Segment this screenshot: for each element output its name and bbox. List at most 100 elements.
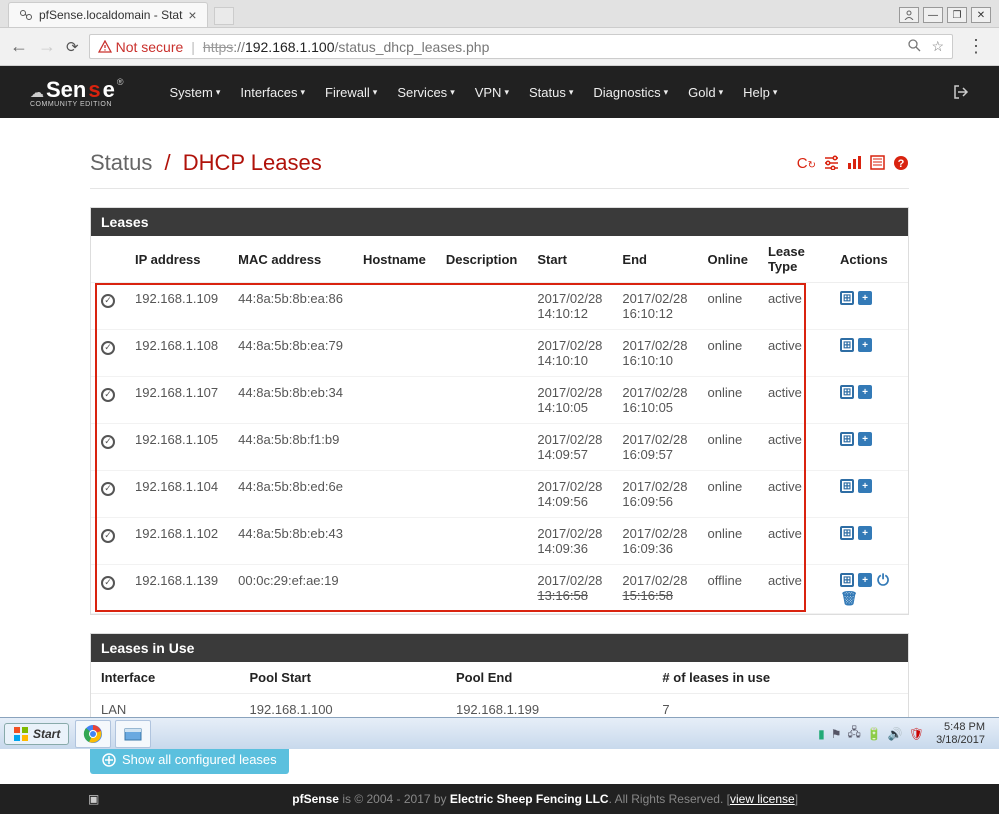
tray-shield-icon[interactable]: 🛡 <box>909 727 924 741</box>
cell-mac: 44:8a:5b:8b:f1:b9 <box>228 424 353 471</box>
zoom-icon[interactable] <box>907 38 921 55</box>
pfsense-favicon <box>19 8 33 22</box>
add-wol-icon[interactable]: + <box>858 291 872 305</box>
minimize-icon[interactable]: — <box>923 7 943 23</box>
cell-start: 2017/02/2814:10:12 <box>527 283 612 330</box>
add-mapping-icon[interactable]: ⊞ <box>840 432 854 446</box>
url-input[interactable]: Not secure | https://192.168.1.100/statu… <box>89 34 953 59</box>
breadcrumb-root[interactable]: Status <box>90 150 152 175</box>
not-secure-badge[interactable]: Not secure <box>98 39 184 55</box>
cell-end: 2017/02/2816:10:10 <box>612 330 697 377</box>
show-all-leases-button[interactable]: Show all configured leases <box>90 745 289 774</box>
license-link[interactable]: view license <box>730 792 795 806</box>
row-toggle-icon[interactable]: ✓ <box>101 435 115 449</box>
user-icon[interactable] <box>899 7 919 23</box>
delete-icon[interactable]: 🗑 <box>842 591 856 605</box>
nav-services[interactable]: Services▾ <box>389 79 462 106</box>
col-header: Interface <box>91 662 240 694</box>
wol-icon[interactable]: ⏻ <box>876 573 890 587</box>
lease-row: ✓192.168.1.10544:8a:5b:8b:f1:b92017/02/2… <box>91 424 908 471</box>
add-wol-icon[interactable]: + <box>858 573 872 587</box>
chart-icon[interactable] <box>847 155 862 172</box>
tray-flag-icon[interactable]: ⚑ <box>831 727 842 741</box>
row-toggle-icon[interactable]: ✓ <box>101 529 115 543</box>
cell-mac: 44:8a:5b:8b:ed:6e <box>228 471 353 518</box>
taskbar-explorer-icon[interactable] <box>115 720 151 748</box>
col-header: Hostname <box>353 236 436 283</box>
tray-sound-icon[interactable]: 🔊 <box>888 727 903 741</box>
plus-circle-icon <box>102 753 116 767</box>
row-toggle-icon[interactable]: ✓ <box>101 388 115 402</box>
browser-chrome: pfSense.localdomain - Stat × — ❐ ✕ ← → ⟳… <box>0 0 999 66</box>
bookmark-star-icon[interactable]: ☆ <box>931 38 944 55</box>
pfsense-logo[interactable]: ☁ Sense® COMMUNITY EDITION <box>30 77 142 108</box>
col-header: Pool End <box>446 662 652 694</box>
pfsense-navbar: ☁ Sense® COMMUNITY EDITION System▾Interf… <box>0 66 999 118</box>
nav-diagnostics[interactable]: Diagnostics▾ <box>585 79 676 106</box>
refresh-icon[interactable]: C↻ <box>797 155 816 172</box>
nav-menu: System▾Interfaces▾Firewall▾Services▾VPN▾… <box>162 79 786 106</box>
col-header: IP address <box>125 236 228 283</box>
leases-inuse-title: Leases in Use <box>91 634 908 662</box>
tray-monitor-icon[interactable]: ▮ <box>818 727 825 741</box>
leases-panel: Leases IP addressMAC addressHostnameDesc… <box>90 207 909 615</box>
add-mapping-icon[interactable]: ⊞ <box>840 479 854 493</box>
help-icon[interactable]: ? <box>893 155 909 172</box>
warning-icon <box>98 40 112 54</box>
add-wol-icon[interactable]: + <box>858 385 872 399</box>
nav-system[interactable]: System▾ <box>162 79 229 106</box>
nav-gold[interactable]: Gold▾ <box>680 79 731 106</box>
forward-icon[interactable]: → <box>38 36 56 57</box>
reload-icon[interactable]: ⟳ <box>66 38 79 56</box>
tab-close-icon[interactable]: × <box>188 7 196 23</box>
row-toggle-icon[interactable]: ✓ <box>101 341 115 355</box>
nav-vpn[interactable]: VPN▾ <box>467 79 517 106</box>
maximize-icon[interactable]: ❐ <box>947 7 967 23</box>
add-wol-icon[interactable]: + <box>858 432 872 446</box>
address-bar: ← → ⟳ Not secure | https://192.168.1.100… <box>0 28 999 65</box>
nav-help[interactable]: Help▾ <box>735 79 785 106</box>
add-mapping-icon[interactable]: ⊞ <box>840 573 854 587</box>
taskbar-clock[interactable]: 5:48 PM 3/18/2017 <box>930 721 991 745</box>
row-toggle-icon[interactable]: ✓ <box>101 482 115 496</box>
row-toggle-icon[interactable]: ✓ <box>101 294 115 308</box>
row-toggle-icon[interactable]: ✓ <box>101 576 115 590</box>
log-icon[interactable] <box>870 155 885 172</box>
cell-type: active <box>758 377 830 424</box>
nav-interfaces[interactable]: Interfaces▾ <box>232 79 313 106</box>
settings-sliders-icon[interactable] <box>824 155 839 172</box>
tray-battery-icon[interactable]: 🔋 <box>867 727 882 741</box>
tray-network-icon[interactable]: 🖧 <box>848 723 861 744</box>
cell-desc <box>436 377 528 424</box>
cell-host <box>353 283 436 330</box>
nav-firewall[interactable]: Firewall▾ <box>317 79 385 106</box>
breadcrumb-page[interactable]: DHCP Leases <box>183 150 322 175</box>
chrome-menu-icon[interactable]: ⋮ <box>963 36 989 57</box>
add-mapping-icon[interactable]: ⊞ <box>840 526 854 540</box>
cell-start: 2017/02/2814:09:56 <box>527 471 612 518</box>
taskbar-chrome-icon[interactable] <box>75 720 111 748</box>
add-wol-icon[interactable]: + <box>858 338 872 352</box>
nav-status[interactable]: Status▾ <box>521 79 581 106</box>
cell-host <box>353 330 436 377</box>
start-button[interactable]: Start <box>4 723 69 745</box>
new-tab-button[interactable] <box>214 7 234 25</box>
cell-mac: 44:8a:5b:8b:ea:86 <box>228 283 353 330</box>
close-window-icon[interactable]: ✕ <box>971 7 991 23</box>
logout-icon[interactable] <box>953 84 969 100</box>
col-header: Start <box>527 236 612 283</box>
cell-start: 2017/02/2814:10:05 <box>527 377 612 424</box>
footer-restore-icon[interactable]: ▣ <box>8 792 99 806</box>
add-wol-icon[interactable]: + <box>858 479 872 493</box>
add-mapping-icon[interactable]: ⊞ <box>840 385 854 399</box>
cell-online: online <box>698 471 758 518</box>
back-icon[interactable]: ← <box>10 36 28 57</box>
add-wol-icon[interactable]: + <box>858 526 872 540</box>
cell-desc <box>436 424 528 471</box>
add-mapping-icon[interactable]: ⊞ <box>840 338 854 352</box>
cell-type: active <box>758 424 830 471</box>
cell-ip: 192.168.1.102 <box>125 518 228 565</box>
cell-type: active <box>758 518 830 565</box>
add-mapping-icon[interactable]: ⊞ <box>840 291 854 305</box>
browser-tab[interactable]: pfSense.localdomain - Stat × <box>8 2 208 27</box>
